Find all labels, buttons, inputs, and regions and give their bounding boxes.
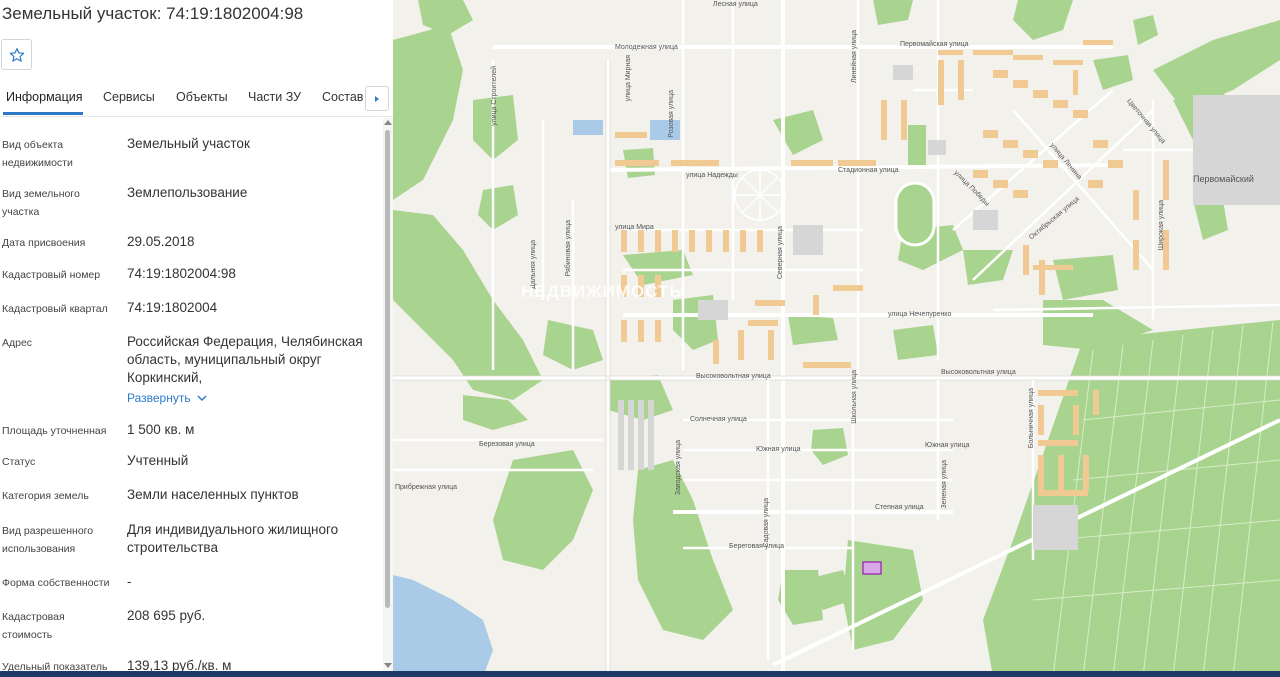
pond-2	[650, 120, 680, 140]
plaza	[734, 169, 786, 221]
street-label: Больничная улица	[1028, 388, 1035, 449]
label-land-category: Категория земель	[2, 490, 89, 502]
favorite-button[interactable]	[1, 39, 32, 70]
street-label: Первомайская улица	[900, 41, 969, 48]
tab-services[interactable]: Сервисы	[103, 90, 155, 104]
street-label: Южная улица	[756, 446, 801, 453]
value-land-category: Земли населенных пунктов	[127, 487, 299, 502]
street-label: Стадионная улица	[838, 167, 899, 174]
tab-parts[interactable]: Части ЗУ	[248, 90, 301, 104]
map-watermark: НЕДВИЖИМОСТЬ	[521, 282, 683, 301]
value-cadastral-quarter: 74:19:1802004	[127, 300, 218, 315]
panel-scrollbar[interactable]	[383, 118, 393, 677]
pond	[573, 120, 603, 135]
value-assign-date: 29.05.2018	[127, 234, 195, 249]
street-label: Лесная улица	[713, 1, 758, 8]
street-label: Береговая улица	[729, 543, 785, 550]
tabs-scroll-right-button[interactable]	[365, 86, 389, 111]
tab-objects[interactable]: Объекты	[176, 90, 228, 104]
street-label: Садовая улица	[763, 498, 770, 548]
label-object-type: Вид объекта недвижимости	[2, 139, 73, 169]
chevron-right-icon	[375, 95, 379, 102]
value-object-type: Земельный участок	[127, 136, 250, 151]
street-label: Розовая улица	[668, 90, 675, 138]
street-label: Южная улица	[925, 442, 970, 449]
tab-info[interactable]: Информация	[6, 90, 83, 104]
label-cadastral-value: Кадастровая стоимость	[2, 611, 65, 641]
star-icon	[9, 47, 24, 62]
value-permitted-use: Для индивидуального жилищного строительс…	[127, 522, 339, 555]
street-label: Прибрежная улица	[395, 484, 457, 491]
water-body	[393, 575, 493, 677]
label-land-type: Вид земельного участка	[2, 188, 80, 218]
street-label: Молодежная улица	[615, 44, 678, 51]
street-label: Березовая улица	[479, 441, 535, 448]
label-status: Статус	[2, 456, 36, 468]
tab-composition[interactable]: Состав	[322, 90, 363, 104]
parcel-highlight[interactable]	[862, 561, 882, 575]
street-label: Рябиновая улица	[565, 220, 572, 277]
info-panel: Земельный участок: 74:19:1802004:98 Инфо…	[0, 0, 393, 677]
value-area: 1 500 кв. м	[127, 422, 195, 437]
value-address: Российская Федерация, Челябинская област…	[127, 334, 363, 385]
active-tab-indicator	[3, 112, 83, 115]
expand-link[interactable]: Развернуть	[127, 389, 207, 407]
district-label: Первомайский	[1193, 174, 1254, 184]
field	[908, 125, 926, 165]
street-label: Широкая улица	[1158, 200, 1165, 251]
street-label: улица Нечепуренко	[888, 311, 952, 318]
panel-title: Земельный участок: 74:19:1802004:98	[2, 4, 304, 23]
scroll-up-arrow-icon[interactable]	[384, 120, 392, 125]
taskbar	[0, 671, 1280, 677]
scroll-down-arrow-icon[interactable]	[384, 663, 392, 668]
street-label: Степная улица	[875, 504, 924, 511]
map-canvas	[393, 0, 1280, 677]
value-status: Учтенный	[127, 453, 189, 468]
street-label: Солнечная улица	[690, 416, 747, 423]
stadium	[894, 181, 936, 247]
label-area: Площадь уточненная	[2, 425, 107, 437]
label-assign-date: Дата присвоения	[2, 237, 86, 249]
label-cadastral-number: Кадастровый номер	[2, 269, 101, 281]
street-label: улица Надежды	[686, 172, 738, 179]
label-cadastral-quarter: Кадастровый квартал	[2, 303, 108, 315]
label-ownership: Форма собственности	[2, 577, 110, 589]
scroll-thumb[interactable]	[385, 130, 390, 608]
cadastral-map[interactable]: Молодежная улица Первомайская улица Лесн…	[393, 0, 1280, 677]
expand-label: Развернуть	[127, 391, 191, 405]
green-areas	[393, 0, 1280, 677]
label-address: Адрес	[2, 337, 33, 349]
street-label: Высоковольтная улица	[941, 369, 1016, 376]
street-label: улица Мирная	[625, 55, 632, 102]
value-cadastral-value: 208 695 руб.	[127, 608, 206, 623]
street-label: Зеленая улица	[941, 460, 948, 509]
street-label: улица Строителей	[491, 66, 498, 126]
value-ownership: -	[127, 574, 132, 589]
street-label: Заводская улица	[675, 440, 682, 496]
value-cadastral-number: 74:19:1802004:98	[127, 266, 236, 281]
expand-row: Развернуть	[127, 389, 377, 407]
street-label: Линейная улица	[851, 30, 858, 83]
street-label: Школьная улица	[851, 370, 858, 424]
label-permitted-use: Вид разрешенного использования	[2, 525, 94, 555]
value-land-type: Землепользование	[127, 185, 248, 200]
chevron-down-icon	[197, 395, 207, 402]
street-label: улица Мира	[615, 224, 654, 231]
street-label: Северная улица	[777, 226, 784, 280]
street-label: Высоковольтная улица	[696, 373, 771, 380]
